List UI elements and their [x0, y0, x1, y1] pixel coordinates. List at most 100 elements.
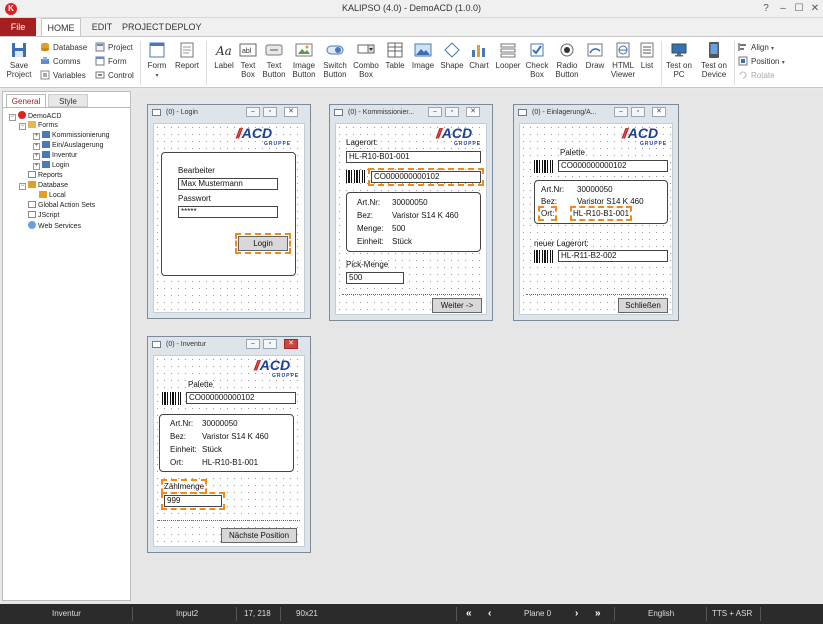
- maximize-button[interactable]: ▫: [263, 339, 277, 349]
- checkbox-button[interactable]: Check Box: [524, 41, 550, 79]
- radiobutton-button[interactable]: Radio Button: [553, 41, 581, 79]
- tab-style[interactable]: Style: [48, 94, 88, 107]
- table-button[interactable]: Table: [383, 41, 407, 70]
- form-inventur[interactable]: (0) - Inventur – ▫ ✕ //ACD GRUPPE Palett…: [147, 336, 311, 553]
- form-kommissionierung[interactable]: (0) - Kommissionier... – ▫ ✕ //ACD GRUPP…: [329, 104, 493, 321]
- align-button[interactable]: Align ▾: [738, 41, 774, 54]
- maximize-button[interactable]: ☐: [791, 1, 807, 16]
- rotate-button[interactable]: Rotate: [738, 69, 775, 82]
- bearbeiter-field[interactable]: Max Mustermann: [178, 178, 278, 190]
- form-small-button[interactable]: Form: [95, 55, 127, 68]
- collapse-icon[interactable]: −: [9, 114, 16, 121]
- textbox-button[interactable]: abl Text Box: [237, 41, 259, 79]
- save-project-button[interactable]: Save Project: [4, 41, 34, 79]
- switchbutton-button[interactable]: Switch Button: [319, 41, 351, 79]
- collapse-icon[interactable]: −: [19, 123, 26, 130]
- combobox-button[interactable]: Combo Box: [351, 41, 381, 79]
- tree-item-database[interactable]: − Database: [19, 181, 68, 191]
- position-button[interactable]: Position ▾: [738, 55, 785, 68]
- tab-file[interactable]: File: [0, 18, 36, 36]
- form-einlagerung[interactable]: (0) - Einlagerung/A... – ▫ ✕ //ACD GRUPP…: [513, 104, 679, 321]
- palette-field[interactable]: CO000000000102: [558, 160, 668, 172]
- close-button[interactable]: ✕: [284, 339, 298, 349]
- next-page-icon[interactable]: ›: [575, 607, 578, 621]
- tree-item-forms[interactable]: − Forms: [19, 121, 58, 131]
- palette-label: Palette: [188, 380, 213, 389]
- pickmenge-field[interactable]: 500: [346, 272, 404, 284]
- maximize-button[interactable]: ▫: [445, 107, 459, 117]
- tree-item-einauslagerung[interactable]: + Ein/Auslagerung: [33, 141, 103, 151]
- tree-item-root[interactable]: − DemoACD: [9, 111, 61, 121]
- tab-project[interactable]: PROJECT: [122, 18, 164, 36]
- tab-edit[interactable]: EDIT: [88, 18, 116, 36]
- ort-value: HL-R10-B1-001: [202, 458, 259, 467]
- tree-item-inventur[interactable]: + Inventur: [33, 151, 77, 161]
- tree-item-global-action-sets[interactable]: Global Action Sets: [28, 201, 95, 211]
- variables-button[interactable]: Variables: [40, 69, 86, 82]
- tree-item-reports[interactable]: Reports: [28, 171, 63, 181]
- test-on-device-button[interactable]: Test on Device: [698, 41, 730, 79]
- list-button[interactable]: List: [637, 41, 657, 70]
- schliessen-button[interactable]: Schließen: [618, 298, 668, 313]
- close-button[interactable]: ✕: [466, 107, 480, 117]
- tree-item-jscript[interactable]: JScript: [28, 211, 59, 221]
- image-button[interactable]: Image: [409, 41, 437, 70]
- first-page-icon[interactable]: «: [466, 607, 472, 621]
- tree-item-web-services[interactable]: Web Services: [28, 221, 81, 231]
- tree-item-login[interactable]: + Login: [33, 161, 69, 171]
- expand-icon[interactable]: +: [33, 163, 40, 170]
- close-button[interactable]: ✕: [284, 107, 298, 117]
- zaehlmenge-field[interactable]: 999: [161, 492, 225, 510]
- draw-button[interactable]: Draw: [583, 41, 607, 70]
- database-button[interactable]: Database: [40, 41, 87, 54]
- barcode-field[interactable]: CO000000000102: [368, 168, 484, 186]
- help-icon[interactable]: ?: [758, 1, 774, 16]
- htmlviewer-button[interactable]: HTML Viewer: [609, 41, 637, 79]
- shape-button[interactable]: Shape: [438, 41, 466, 70]
- close-button[interactable]: ✕: [652, 107, 666, 117]
- ribbon-tabs: File HOME EDIT PROJECT DEPLOY: [0, 18, 823, 36]
- comms-button[interactable]: Comms: [40, 55, 81, 68]
- maximize-button[interactable]: ▫: [631, 107, 645, 117]
- chart-button[interactable]: Chart: [466, 41, 492, 70]
- tab-general[interactable]: General: [6, 94, 46, 107]
- login-button[interactable]: Login: [235, 233, 291, 254]
- test-on-pc-button[interactable]: Test on PC: [664, 41, 694, 79]
- design-canvas[interactable]: (0) - Login – ▫ ✕ //ACD GRUPPE Bearbeite…: [135, 91, 823, 601]
- minimize-button[interactable]: –: [614, 107, 628, 117]
- weiter-button[interactable]: Weiter ->: [432, 298, 482, 313]
- neuer-lagerort-field[interactable]: HL-R11-B2-002: [558, 250, 668, 262]
- expand-icon[interactable]: +: [33, 153, 40, 160]
- passwort-field[interactable]: *****: [178, 206, 278, 218]
- minimize-button[interactable]: –: [775, 1, 791, 16]
- checkbox-icon: [530, 43, 544, 57]
- expand-icon[interactable]: +: [33, 143, 40, 150]
- form-login[interactable]: (0) - Login – ▫ ✕ //ACD GRUPPE Bearbeite…: [147, 104, 311, 319]
- chevron-down-icon: ▾: [155, 73, 159, 79]
- lagerort-field[interactable]: HL-R10-B01-001: [346, 151, 481, 163]
- minimize-button[interactable]: –: [246, 107, 260, 117]
- maximize-button[interactable]: ▫: [263, 107, 277, 117]
- imagebutton-button[interactable]: Image Button: [289, 41, 319, 79]
- report-button[interactable]: Report: [173, 41, 201, 70]
- collapse-icon[interactable]: −: [19, 183, 26, 190]
- label-button[interactable]: Aa Label: [212, 41, 236, 70]
- prev-page-icon[interactable]: ‹: [488, 607, 491, 621]
- tab-deploy[interactable]: DEPLOY: [165, 18, 202, 36]
- close-button[interactable]: ✕: [807, 1, 823, 16]
- tab-home[interactable]: HOME: [41, 18, 81, 36]
- tree-item-kommissionierung[interactable]: + Kommissionierung: [33, 131, 110, 141]
- minimize-button[interactable]: –: [428, 107, 442, 117]
- project-button[interactable]: Project: [95, 41, 133, 54]
- last-page-icon[interactable]: »: [595, 607, 601, 621]
- radiobutton-label-1: Radio: [556, 61, 578, 70]
- textbutton-button[interactable]: Text Button: [259, 41, 289, 79]
- naechste-position-button[interactable]: Nächste Position: [221, 528, 297, 543]
- control-button[interactable]: Control: [95, 69, 134, 82]
- tree-item-local[interactable]: Local: [39, 191, 66, 201]
- palette-field[interactable]: CO000000000102: [186, 392, 296, 404]
- expand-icon[interactable]: +: [33, 133, 40, 140]
- looper-button[interactable]: Looper: [493, 41, 523, 70]
- form-button[interactable]: Form ▾: [145, 41, 169, 81]
- minimize-button[interactable]: –: [246, 339, 260, 349]
